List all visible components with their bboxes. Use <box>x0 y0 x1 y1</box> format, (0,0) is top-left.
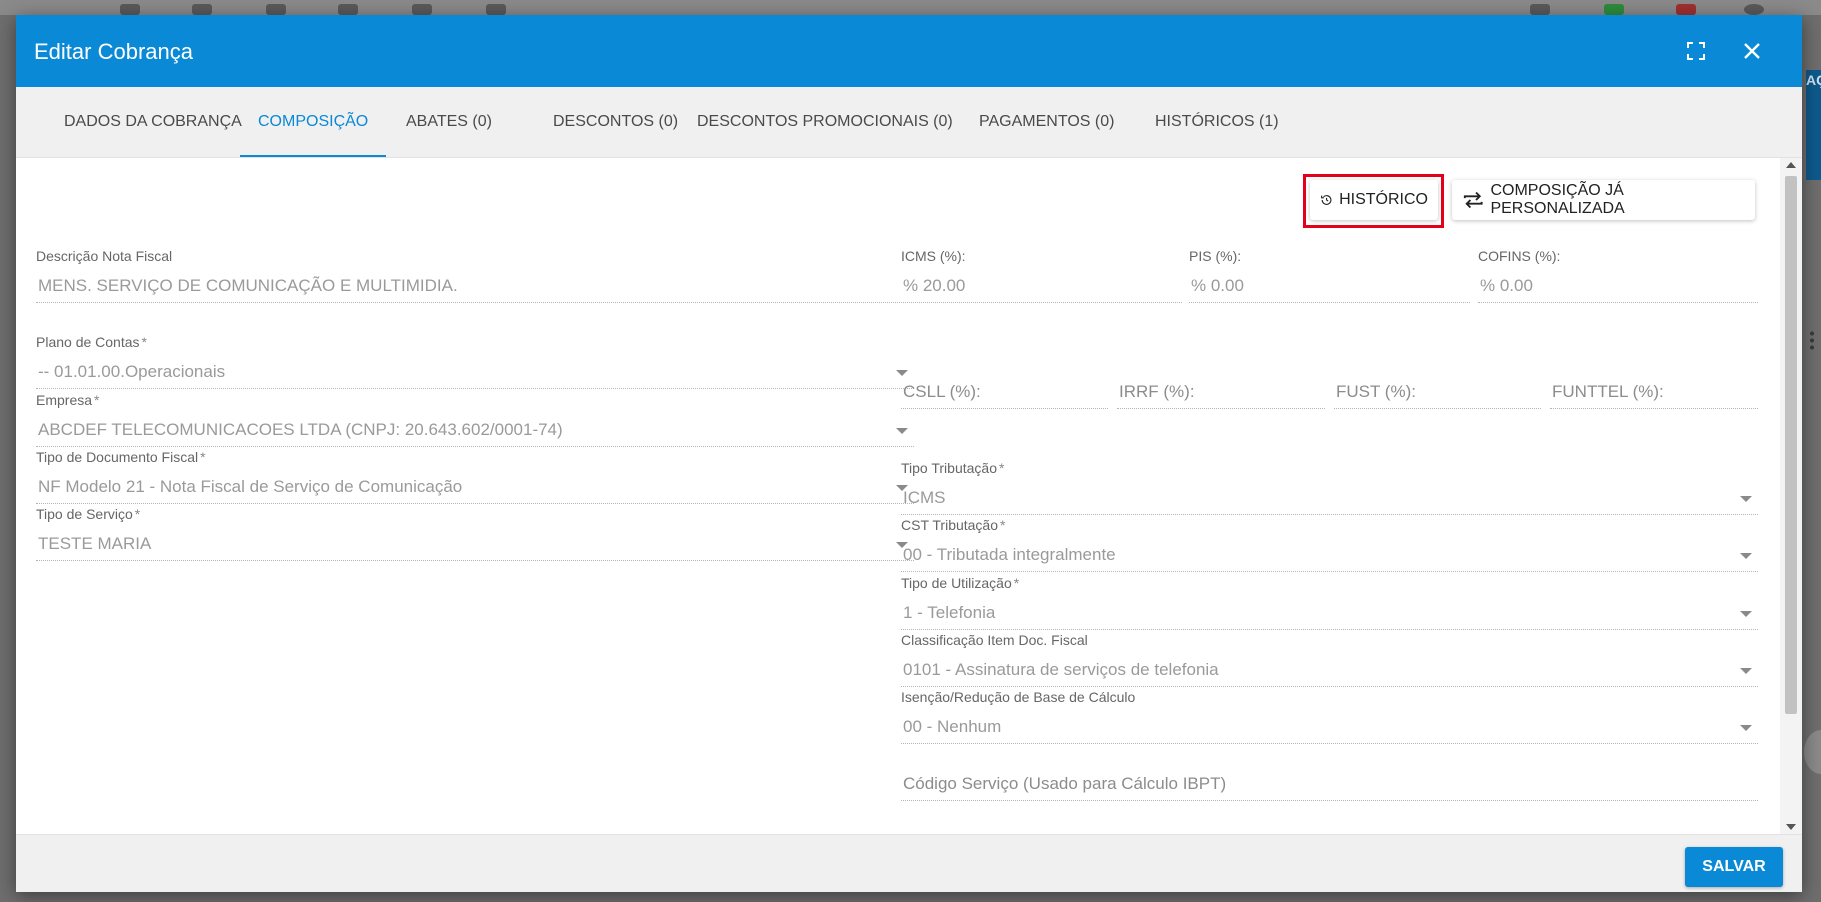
cst-tributacao-value: 00 - Tributada integralmente <box>903 545 1116 564</box>
tipo-documento-label: Tipo de Documento Fiscal * <box>36 449 206 465</box>
scrollbar-thumb[interactable] <box>1785 176 1797 714</box>
empresa-value: ABCDEF TELECOMUNICACOES LTDA (CNPJ: 20.6… <box>38 420 563 439</box>
isencao-reducao-select[interactable]: Isenção/Redução de Base de Cálculo 00 - … <box>901 689 1758 744</box>
fust-placeholder: FUST (%): <box>1336 382 1416 401</box>
tipo-tributacao-select[interactable]: Tipo Tributação * ICMS <box>901 460 1758 515</box>
classificacao-item-value: 0101 - Assinatura de serviços de telefon… <box>903 660 1219 679</box>
tab-descontos-promocionais[interactable]: DESCONTOS PROMOCIONAIS (0) <box>679 87 971 157</box>
descricao-value: MENS. SERVIÇO DE COMUNICAÇÃO E MULTIMIDI… <box>38 276 458 295</box>
tipo-utilizacao-label: Tipo de Utilização * <box>901 575 1020 591</box>
edit-charge-dialog: Editar Cobrança DADOS DA COBRANÇA COMPOS… <box>16 15 1802 892</box>
irrf-input[interactable]: IRRF (%): <box>1117 358 1325 409</box>
tab-bar: DADOS DA COBRANÇA COMPOSIÇÃO ABATES (0) … <box>16 87 1802 158</box>
toolbar-icon <box>1530 4 1550 15</box>
background-panel-text: AÇ <box>1806 72 1821 88</box>
classificacao-item-select[interactable]: Classificação Item Doc. Fiscal 0101 - As… <box>901 632 1758 687</box>
cofins-value: % 0.00 <box>1480 276 1533 295</box>
fullscreen-icon <box>1687 42 1705 60</box>
toolbar-icon <box>412 4 432 15</box>
chevron-down-icon <box>1740 725 1752 731</box>
dialog-title: Editar Cobrança <box>34 39 193 64</box>
funttel-placeholder: FUNTTEL (%): <box>1552 382 1664 401</box>
empresa-select[interactable]: Empresa * ABCDEF TELECOMUNICACOES LTDA (C… <box>36 392 914 447</box>
chevron-down-icon <box>1740 611 1752 617</box>
irrf-placeholder: IRRF (%): <box>1119 382 1195 401</box>
isencao-reducao-label: Isenção/Redução de Base de Cálculo <box>901 689 1136 705</box>
tipo-tributacao-label: Tipo Tributação * <box>901 460 1005 476</box>
avatar <box>1744 4 1764 15</box>
pis-label: PIS (%): <box>1189 248 1242 264</box>
tipo-utilizacao-select[interactable]: Tipo de Utilização * 1 - Telefonia <box>901 575 1758 630</box>
icms-value: % 20.00 <box>903 276 966 295</box>
tipo-tributacao-value: ICMS <box>903 488 946 507</box>
pis-value: % 0.00 <box>1191 276 1244 295</box>
codigo-servico-input[interactable]: Código Serviço (Usado para Cálculo IBPT) <box>901 758 1758 801</box>
close-icon <box>1744 43 1760 59</box>
chevron-down-icon <box>1740 496 1752 502</box>
cst-tributacao-label: CST Tributação * <box>901 517 1006 533</box>
dialog-header: Editar Cobrança <box>16 15 1802 87</box>
toolbar-icon <box>192 4 212 15</box>
toolbar-icon <box>1676 4 1696 15</box>
toolbar-icon <box>1604 4 1624 15</box>
background-toolbar <box>0 0 1821 15</box>
tipo-documento-value: NF Modelo 21 - Nota Fiscal de Serviço de… <box>38 477 463 496</box>
tab-dados-cobranca[interactable]: DADOS DA COBRANÇA <box>46 87 260 157</box>
tab-composicao[interactable]: COMPOSIÇÃO <box>240 87 387 157</box>
descricao-field[interactable]: Descrição Nota Fiscal MENS. SERVIÇO DE C… <box>36 248 914 303</box>
tab-historicos[interactable]: HISTÓRICOS (1) <box>1137 87 1297 157</box>
tipo-utilizacao-value: 1 - Telefonia <box>903 603 996 622</box>
codigo-servico-placeholder: Código Serviço (Usado para Cálculo IBPT) <box>903 774 1227 793</box>
highlight-box <box>1303 174 1444 228</box>
tab-abates[interactable]: ABATES (0) <box>388 87 510 157</box>
composicao-personalizada-button[interactable]: COMPOSIÇÃO JÁ PERSONALIZADA <box>1452 180 1755 220</box>
scroll-up-icon[interactable] <box>1786 162 1796 168</box>
plano-contas-select[interactable]: Plano de Contas * -- 01.01.00.Operacionai… <box>36 334 914 389</box>
dialog-footer: SALVAR <box>16 834 1802 892</box>
toolbar-icon <box>338 4 358 15</box>
background-round-button <box>1804 730 1821 774</box>
tipo-servico-select[interactable]: Tipo de Serviço * TESTE MARIA <box>36 506 914 561</box>
plano-contas-value: -- 01.01.00.Operacionais <box>38 362 226 381</box>
plano-contas-label: Plano de Contas * <box>36 334 147 350</box>
csll-placeholder: CSLL (%): <box>903 382 981 401</box>
funttel-input[interactable]: FUNTTEL (%): <box>1550 358 1758 409</box>
tab-pagamentos[interactable]: PAGAMENTOS (0) <box>961 87 1132 157</box>
scroll-down-icon[interactable] <box>1786 824 1796 830</box>
cofins-field[interactable]: COFINS (%): % 0.00 <box>1478 248 1758 303</box>
toolbar-icon <box>266 4 286 15</box>
composicao-personalizada-label: COMPOSIÇÃO JÁ PERSONALIZADA <box>1490 182 1625 217</box>
more-dots-icon <box>1810 330 1814 350</box>
csll-input[interactable]: CSLL (%): <box>901 358 1108 409</box>
pis-field[interactable]: PIS (%): % 0.00 <box>1189 248 1470 303</box>
toolbar-icon <box>486 4 506 15</box>
tipo-documento-select[interactable]: Tipo de Documento Fiscal * NF Modelo 21 -… <box>36 449 914 504</box>
close-button[interactable] <box>1738 37 1766 65</box>
swap-icon <box>1463 191 1483 209</box>
chevron-down-icon <box>1740 553 1752 559</box>
isencao-reducao-value: 00 - Nenhum <box>903 717 1002 736</box>
tipo-servico-value: TESTE MARIA <box>38 534 152 553</box>
tipo-servico-label: Tipo de Serviço * <box>36 506 141 522</box>
empresa-label: Empresa * <box>36 392 100 408</box>
chevron-down-icon <box>896 428 908 434</box>
fullscreen-button[interactable] <box>1682 37 1710 65</box>
scrollbar[interactable] <box>1780 158 1802 834</box>
composition-form: HISTÓRICO COMPOSIÇÃO JÁ PERSONALIZADA De… <box>16 158 1776 834</box>
tab-descontos[interactable]: DESCONTOS (0) <box>535 87 696 157</box>
cofins-label: COFINS (%): <box>1478 248 1561 264</box>
chevron-down-icon <box>1740 668 1752 674</box>
classificacao-item-label: Classificação Item Doc. Fiscal <box>901 632 1088 648</box>
descricao-label: Descrição Nota Fiscal <box>36 248 173 264</box>
toolbar-icon <box>120 4 140 15</box>
save-button[interactable]: SALVAR <box>1685 847 1783 887</box>
fust-input[interactable]: FUST (%): <box>1334 358 1541 409</box>
cst-tributacao-select[interactable]: CST Tributação * 00 - Tributada integralm… <box>901 517 1758 572</box>
icms-label: ICMS (%): <box>901 248 966 264</box>
icms-field[interactable]: ICMS (%): % 20.00 <box>901 248 1182 303</box>
